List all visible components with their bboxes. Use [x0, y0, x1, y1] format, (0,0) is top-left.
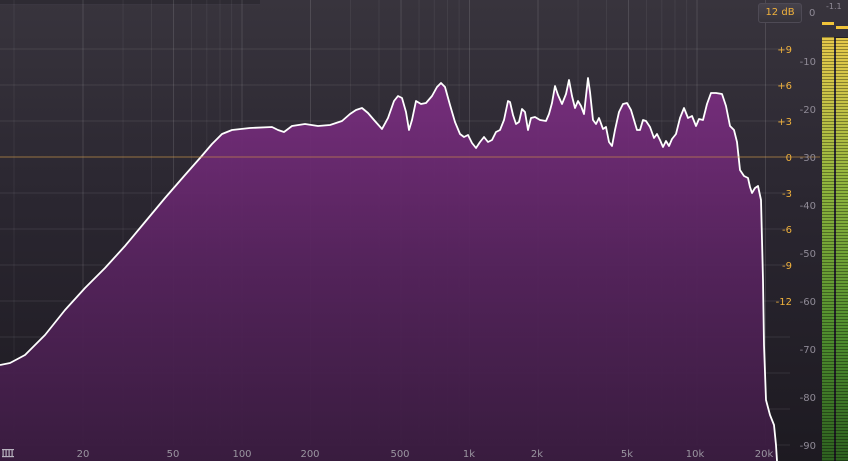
level-label-50: -50 — [800, 249, 816, 260]
level-label-70: -70 — [800, 345, 816, 356]
level-label-20: -20 — [800, 105, 816, 116]
meter-peak-right — [836, 26, 848, 29]
plugin-logo-icon[interactable] — [2, 448, 14, 458]
gain-label-0: 0 — [786, 153, 792, 164]
gain-label-plus6: +6 — [777, 81, 792, 92]
gain-label-plus3: +3 — [777, 117, 792, 128]
range-12db-button[interactable]: 12 dB — [758, 3, 802, 23]
freq-label-20: 20 — [77, 449, 90, 460]
spectrum-display[interactable]: 20 50 100 200 500 1k 2k 5k 10k 20k +9 +6… — [0, 0, 820, 461]
meter-peak-left — [822, 22, 834, 25]
level-label-10: -10 — [800, 57, 816, 68]
level-axis: -10 -20 -30 -40 -50 -60 -70 -80 -90 — [800, 57, 816, 452]
level-label-80: -80 — [800, 393, 816, 404]
meter-zero-label: 0 — [809, 8, 816, 19]
freq-label-2k: 2k — [531, 449, 543, 460]
gain-label-minus6: -6 — [782, 225, 792, 236]
level-label-90: -90 — [800, 441, 816, 452]
freq-label-100: 100 — [232, 449, 251, 460]
gain-label-minus9: -9 — [782, 261, 792, 272]
freq-label-500: 500 — [390, 449, 409, 460]
gain-label-minus3: -3 — [782, 189, 792, 200]
level-label-30: -30 — [800, 153, 816, 164]
peak-readout[interactable]: -1.1 — [826, 2, 842, 11]
freq-label-20k: 20k — [755, 449, 774, 460]
freq-label-10k: 10k — [686, 449, 705, 460]
spectrum-analyzer-window: 20 50 100 200 500 1k 2k 5k 10k 20k +9 +6… — [0, 0, 848, 461]
freq-label-200: 200 — [300, 449, 319, 460]
freq-label-1k: 1k — [463, 449, 475, 460]
level-label-40: -40 — [800, 201, 816, 212]
gain-label-minus12: -12 — [776, 297, 792, 308]
spectrum-fill — [0, 78, 777, 461]
level-meter — [822, 20, 848, 461]
gain-axis: +9 +6 +3 0 -3 -6 -9 -12 — [776, 45, 792, 308]
freq-label-50: 50 — [167, 449, 180, 460]
freq-label-5k: 5k — [621, 449, 633, 460]
meter-segments — [822, 37, 848, 461]
level-label-60: -60 — [800, 297, 816, 308]
gain-label-plus9: +9 — [777, 45, 792, 56]
